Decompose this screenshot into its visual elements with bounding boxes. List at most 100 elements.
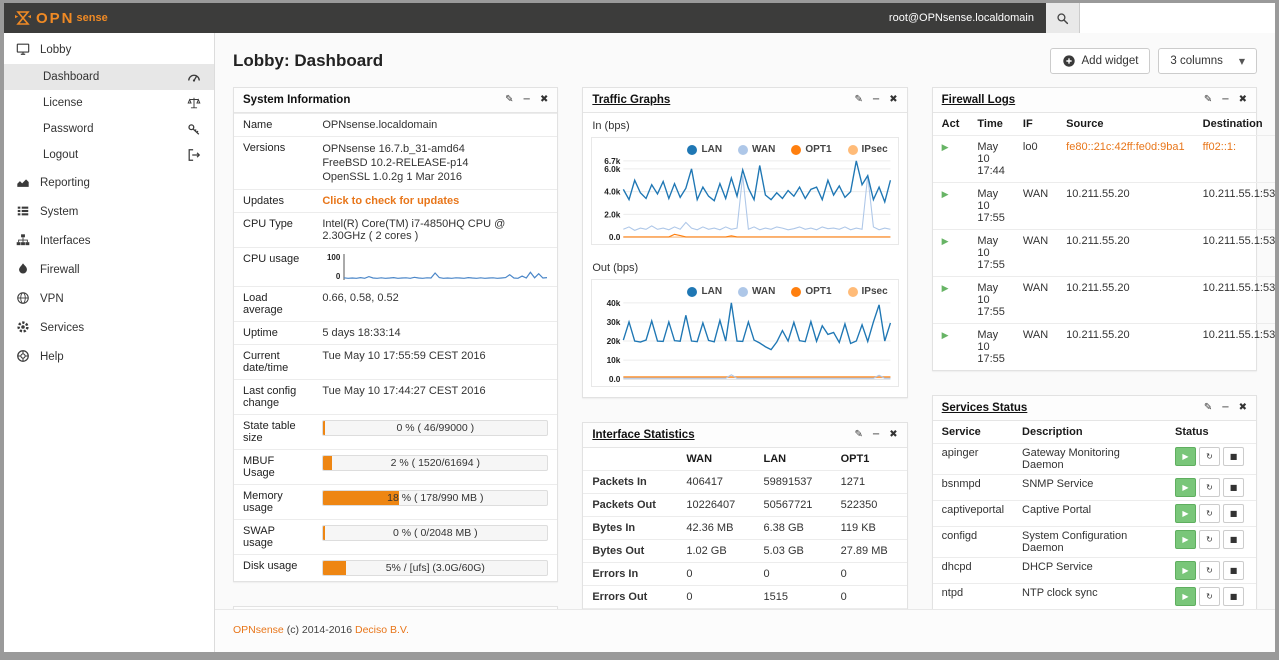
sidebar-item-logout[interactable]: Logout	[4, 142, 214, 168]
edit-widget-icon[interactable]: ✎	[854, 95, 862, 105]
log-source[interactable]: fe80::21c:42ff:fe0d:9ba1	[1066, 141, 1184, 153]
sidebar-item-reporting[interactable]: Reporting	[4, 168, 214, 197]
version-line: OpenSSL 1.0.2g 1 Mar 2016	[322, 171, 462, 183]
sidebar-item-vpn[interactable]: VPN	[4, 284, 214, 313]
usage-progress-label: 2 % ( 1520/61694 )	[390, 457, 480, 469]
minimize-widget-icon[interactable]: −	[523, 95, 531, 105]
legend-item-opt1[interactable]: OPT1	[791, 144, 832, 155]
sidebar-item-license[interactable]: License	[4, 90, 214, 116]
service-restart-button[interactable]: ↻	[1198, 504, 1220, 523]
service-stop-button[interactable]: ■	[1222, 587, 1244, 606]
table-row: Name OPNsense.localdomain	[234, 113, 558, 137]
iface-value-cell: 1.02 GB	[677, 539, 755, 563]
sidebar-item-lobby[interactable]: Lobby	[4, 35, 214, 64]
edit-widget-icon[interactable]: ✎	[1204, 403, 1212, 413]
sidebar-item-firewall[interactable]: Firewall	[4, 255, 214, 284]
sysinfo-row-label: Current date/time	[234, 344, 314, 380]
service-restart-button[interactable]: ↻	[1198, 587, 1220, 606]
table-row: Errors In 0 0 0	[583, 562, 907, 586]
legend-item-wan[interactable]: WAN	[738, 286, 775, 297]
legend-item-wan[interactable]: WAN	[738, 144, 775, 155]
search-input[interactable]	[1080, 3, 1275, 33]
cpu-sparkline: 100 0	[322, 253, 548, 281]
log-act-cell: ▶	[932, 182, 969, 230]
log-destination-cell: 10.211.55.1:53	[1193, 323, 1275, 370]
sidebar-item-password[interactable]: Password	[4, 116, 214, 142]
edit-widget-icon[interactable]: ✎	[505, 95, 513, 105]
close-widget-icon[interactable]: ✖	[889, 95, 897, 105]
add-widget-button[interactable]: Add widget	[1049, 48, 1151, 74]
service-description-cell: DHCP Service	[1013, 557, 1166, 584]
sidebar-item-interfaces[interactable]: Interfaces	[4, 226, 214, 255]
check-updates-link[interactable]: Click to check for updates	[322, 195, 459, 207]
service-restart-button[interactable]: ↻	[1198, 478, 1220, 497]
service-running-icon[interactable]: ▶	[1174, 587, 1196, 606]
legend-item-lan[interactable]: LAN	[687, 286, 722, 297]
pass-action-icon[interactable]: ▶	[942, 190, 949, 200]
close-widget-icon[interactable]: ✖	[889, 430, 897, 440]
service-restart-button[interactable]: ↻	[1198, 561, 1220, 580]
close-widget-icon[interactable]: ✖	[1239, 95, 1247, 105]
search-icon[interactable]	[1046, 3, 1080, 33]
log-act-cell: ▶	[932, 135, 969, 183]
service-restart-button[interactable]: ↻	[1198, 447, 1220, 466]
service-stop-button[interactable]: ■	[1222, 447, 1244, 466]
opnsense-logo[interactable]: OPN sense	[4, 10, 214, 27]
sidebar-item-services[interactable]: Services	[4, 313, 214, 342]
minimize-widget-icon[interactable]: −	[872, 430, 880, 440]
footer-company-link[interactable]: Deciso B.V.	[355, 624, 409, 636]
service-stop-button[interactable]: ■	[1222, 530, 1244, 549]
legend-item-ipsec[interactable]: IPsec	[847, 286, 888, 297]
service-stop-button[interactable]: ■	[1222, 504, 1244, 523]
iface-value-cell: 27.89 MB	[831, 539, 907, 563]
legend-item-opt1[interactable]: OPT1	[791, 286, 832, 297]
sidebar-item-dashboard[interactable]: Dashboard	[4, 64, 214, 90]
widget-title[interactable]: Firewall Logs	[942, 94, 1016, 106]
service-stop-button[interactable]: ■	[1222, 478, 1244, 497]
minimize-widget-icon[interactable]: −	[1221, 403, 1229, 413]
close-widget-icon[interactable]: ✖	[1239, 403, 1247, 413]
service-running-icon[interactable]: ▶	[1174, 447, 1196, 466]
edit-widget-icon[interactable]: ✎	[854, 430, 862, 440]
sidebar-item-help[interactable]: Help	[4, 342, 214, 371]
interface-statistics-widget: Interface Statistics ✎ − ✖ WAN LAN OPT1 Packet…	[582, 422, 908, 609]
legend-dot	[791, 144, 802, 155]
service-restart-button[interactable]: ↻	[1198, 530, 1220, 549]
legend-item-ipsec[interactable]: IPsec	[847, 144, 888, 155]
iface-col-header: WAN	[686, 453, 713, 466]
columns-select[interactable]: 3 columns ▼	[1158, 48, 1257, 74]
sidebar-item-system[interactable]: System	[4, 197, 214, 226]
legend-item-lan[interactable]: LAN	[687, 144, 722, 155]
widget-title[interactable]: Interface Statistics	[592, 429, 694, 441]
log-destination-cell: 10.211.55.1:53	[1193, 229, 1275, 277]
widget-title[interactable]: Services Status	[942, 402, 1028, 414]
service-running-icon[interactable]: ▶	[1174, 561, 1196, 580]
widget-title[interactable]: Traffic Graphs	[592, 94, 670, 106]
log-if-cell: WAN	[1013, 323, 1058, 370]
pass-action-icon[interactable]: ▶	[942, 331, 949, 341]
table-row: Bytes In 42.36 MB 6.38 GB 119 KB	[583, 516, 907, 540]
sysinfo-row-label: Updates	[234, 189, 314, 213]
minimize-widget-icon[interactable]: −	[1221, 95, 1229, 105]
close-widget-icon[interactable]: ✖	[540, 95, 548, 105]
pass-action-icon[interactable]: ▶	[942, 143, 949, 153]
service-running-icon[interactable]: ▶	[1174, 478, 1196, 497]
iface-col-header: LAN	[763, 453, 787, 466]
service-running-icon[interactable]: ▶	[1174, 504, 1196, 523]
log-destination[interactable]: ff02::1:	[1203, 141, 1236, 153]
footer-brand-link[interactable]: OPNsense	[233, 624, 284, 636]
service-description-cell: SNMP Service	[1013, 474, 1166, 501]
usage-progress-label: 5% / [ufs] (3.0G/60G)	[385, 562, 485, 574]
widget-tools: ✎ − ✖	[1204, 403, 1247, 413]
service-running-icon[interactable]: ▶	[1174, 530, 1196, 549]
edit-widget-icon[interactable]: ✎	[1204, 95, 1212, 105]
table-row: Bytes Out 1.02 GB 5.03 GB 27.89 MB	[583, 539, 907, 563]
service-stop-button[interactable]: ■	[1222, 561, 1244, 580]
pass-action-icon[interactable]: ▶	[942, 284, 949, 294]
minimize-widget-icon[interactable]: −	[872, 95, 880, 105]
sidebar-item-label: Reporting	[40, 176, 90, 189]
sidebar-item-label: Dashboard	[43, 71, 100, 83]
pass-action-icon[interactable]: ▶	[942, 237, 949, 247]
log-source: 10.211.55.20	[1066, 188, 1130, 200]
svg-text:4.0k: 4.0k	[605, 187, 622, 197]
